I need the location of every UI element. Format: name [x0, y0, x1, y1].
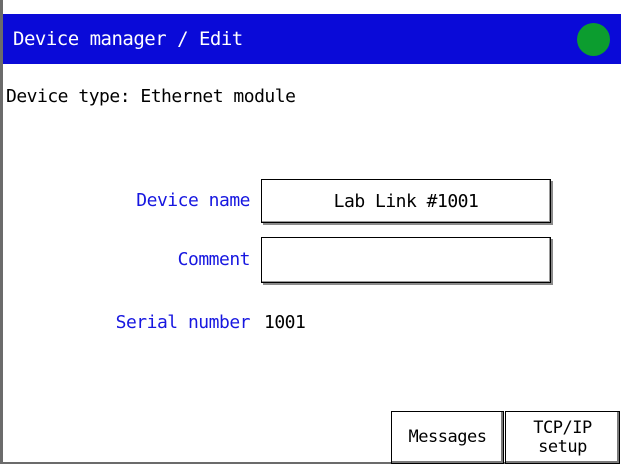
- status-indicator-icon: [577, 23, 610, 56]
- tcpip-setup-button[interactable]: TCP/IP setup: [505, 411, 620, 464]
- title-bar: Device manager / Edit: [3, 14, 621, 64]
- comment-input[interactable]: [261, 237, 551, 283]
- tcpip-button-label-line2: setup: [538, 436, 587, 457]
- messages-button-label: Messages: [408, 427, 487, 447]
- comment-label: Comment: [177, 249, 251, 270]
- page-title: Device manager / Edit: [13, 28, 243, 50]
- messages-button[interactable]: Messages: [391, 411, 504, 464]
- serial-number-value: 1001: [264, 312, 306, 333]
- screen-frame: [0, 0, 619, 464]
- tcpip-button-label-line1: TCP/IP: [533, 417, 592, 438]
- serial-number-label: Serial number: [115, 312, 251, 333]
- device-type-text: Device type: Ethernet module: [6, 86, 296, 107]
- device-name-input[interactable]: [261, 179, 551, 223]
- device-name-label: Device name: [136, 190, 250, 211]
